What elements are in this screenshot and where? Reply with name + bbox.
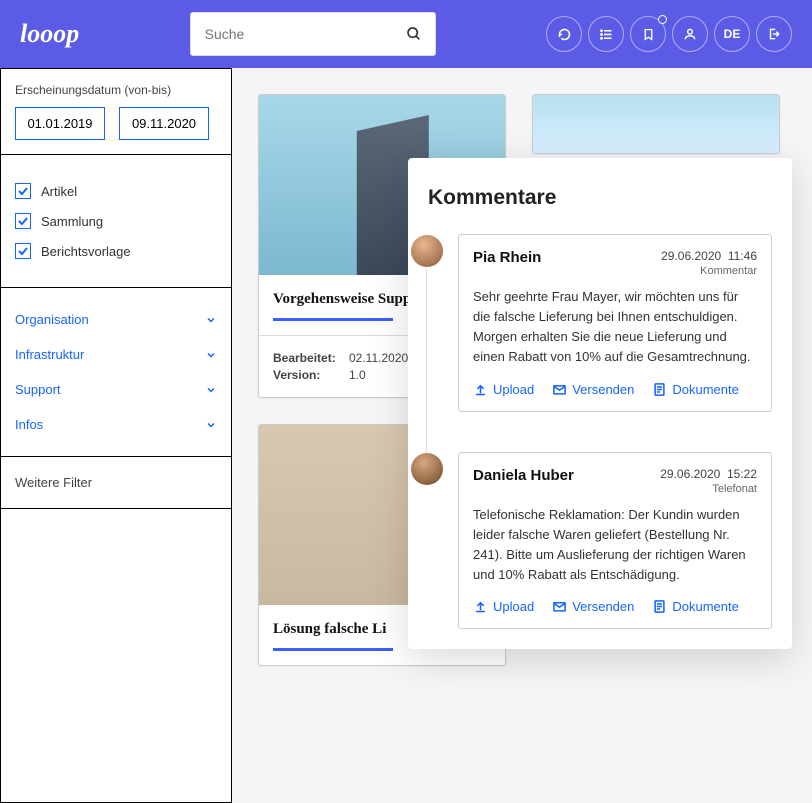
comment-date: 29.06.2020 — [660, 467, 720, 481]
upload-icon — [473, 382, 488, 397]
card-underline — [273, 648, 393, 651]
check-berichtsvorlage[interactable]: Berichtsvorlage — [15, 243, 217, 259]
action-label: Dokumente — [672, 599, 738, 614]
action-label: Upload — [493, 382, 534, 397]
comment-actions: Upload Versenden Dokumente — [473, 382, 757, 397]
upload-button[interactable]: Upload — [473, 599, 534, 614]
logout-icon — [767, 27, 781, 41]
filter-label: Infrastruktur — [15, 347, 84, 362]
bookmark-icon — [642, 27, 655, 42]
comment-body: Telefonische Reklamation: Der Kundin wur… — [473, 505, 757, 586]
article-card-partial[interactable] — [532, 94, 780, 154]
list-button[interactable] — [588, 16, 624, 52]
filter-organisation[interactable]: Organisation — [15, 302, 217, 337]
card-underline — [273, 318, 393, 321]
comment-item: Pia Rhein 29.06.2020 11:46 Kommentar Seh… — [458, 234, 772, 412]
docs-button[interactable]: Dokumente — [652, 382, 738, 397]
version-label: Version: — [273, 368, 341, 382]
edit-value: 02.11.2020 — [349, 351, 408, 365]
checkbox-icon — [15, 213, 31, 229]
user-button[interactable] — [672, 16, 708, 52]
comment-timestamp: 29.06.2020 11:46 Kommentar — [661, 249, 757, 277]
avatar — [411, 235, 443, 267]
check-artikel[interactable]: Artikel — [15, 183, 217, 199]
checkbox-icon — [15, 243, 31, 259]
date-row: 01.01.2019 09.11.2020 — [15, 107, 217, 140]
send-button[interactable]: Versenden — [552, 382, 634, 397]
chevron-down-icon — [205, 314, 217, 326]
comment-time: 11:46 — [728, 249, 757, 263]
upload-button[interactable]: Upload — [473, 382, 534, 397]
notification-dot — [658, 15, 667, 24]
comment-date: 29.06.2020 — [661, 249, 721, 263]
filter-infrastruktur[interactable]: Infrastruktur — [15, 337, 217, 372]
logout-button[interactable] — [756, 16, 792, 52]
action-label: Versenden — [572, 599, 634, 614]
sidebar: Erscheinungsdatum (von-bis) 01.01.2019 0… — [0, 68, 232, 803]
filter-label: Organisation — [15, 312, 89, 327]
document-icon — [652, 599, 667, 614]
logo: looop — [20, 19, 79, 49]
bookmark-button[interactable] — [630, 16, 666, 52]
comment-time: 15:22 — [727, 467, 757, 481]
comments-panel: Kommentare Pia Rhein 29.06.2020 11:46 Ko… — [408, 158, 792, 649]
check-label: Artikel — [41, 184, 77, 199]
comment-author: Pia Rhein — [473, 249, 541, 277]
filter-label: Support — [15, 382, 61, 397]
comment-item: Daniela Huber 29.06.2020 15:22 Telefonat… — [458, 452, 772, 630]
comment-head: Daniela Huber 29.06.2020 15:22 Telefonat — [473, 467, 757, 495]
top-bar: looop DE — [0, 0, 812, 68]
upload-icon — [473, 599, 488, 614]
version-value: 1.0 — [349, 368, 366, 382]
user-icon — [683, 27, 697, 41]
date-from-input[interactable]: 01.01.2019 — [15, 107, 105, 140]
search-icon — [406, 26, 422, 42]
date-label: Erscheinungsdatum (von-bis) — [15, 83, 217, 97]
language-button[interactable]: DE — [714, 16, 750, 52]
comment-type: Telefonat — [712, 483, 757, 495]
comment-head: Pia Rhein 29.06.2020 11:46 Kommentar — [473, 249, 757, 277]
action-label: Upload — [493, 599, 534, 614]
comment-actions: Upload Versenden Dokumente — [473, 599, 757, 614]
comment-timestamp: 29.06.2020 15:22 Telefonat — [660, 467, 757, 495]
refresh-icon — [557, 27, 572, 42]
comments-title: Kommentare — [428, 186, 772, 210]
card-image — [533, 95, 779, 154]
date-to-input[interactable]: 09.11.2020 — [119, 107, 209, 140]
check-label: Sammlung — [41, 214, 103, 229]
chevron-down-icon — [205, 419, 217, 431]
filter-label: Infos — [15, 417, 43, 432]
send-button[interactable]: Versenden — [552, 599, 634, 614]
type-checks: Artikel Sammlung Berichtsvorlage — [1, 155, 231, 288]
filter-infos[interactable]: Infos — [15, 407, 217, 442]
header-icons: DE — [546, 16, 792, 52]
action-label: Versenden — [572, 382, 634, 397]
search-button[interactable] — [392, 12, 436, 56]
list-icon — [599, 27, 614, 42]
refresh-button[interactable] — [546, 16, 582, 52]
checkbox-icon — [15, 183, 31, 199]
more-filters[interactable]: Weitere Filter — [1, 457, 231, 509]
check-label: Berichtsvorlage — [41, 244, 131, 259]
mail-icon — [552, 382, 567, 397]
chevron-down-icon — [205, 349, 217, 361]
chevron-down-icon — [205, 384, 217, 396]
filter-support[interactable]: Support — [15, 372, 217, 407]
comment-type: Kommentar — [700, 265, 757, 277]
avatar — [411, 453, 443, 485]
mail-icon — [552, 599, 567, 614]
check-sammlung[interactable]: Sammlung — [15, 213, 217, 229]
docs-button[interactable]: Dokumente — [652, 599, 738, 614]
document-icon — [652, 382, 667, 397]
comment-author: Daniela Huber — [473, 467, 574, 495]
filters-section: Organisation Infrastruktur Support Infos — [1, 288, 231, 457]
edit-label: Bearbeitet: — [273, 351, 341, 365]
search-box — [190, 12, 436, 56]
search-wrap — [95, 12, 530, 56]
comment-body: Sehr geehrte Frau Mayer, wir möchten uns… — [473, 287, 757, 368]
date-section: Erscheinungsdatum (von-bis) 01.01.2019 0… — [1, 69, 231, 155]
action-label: Dokumente — [672, 382, 738, 397]
